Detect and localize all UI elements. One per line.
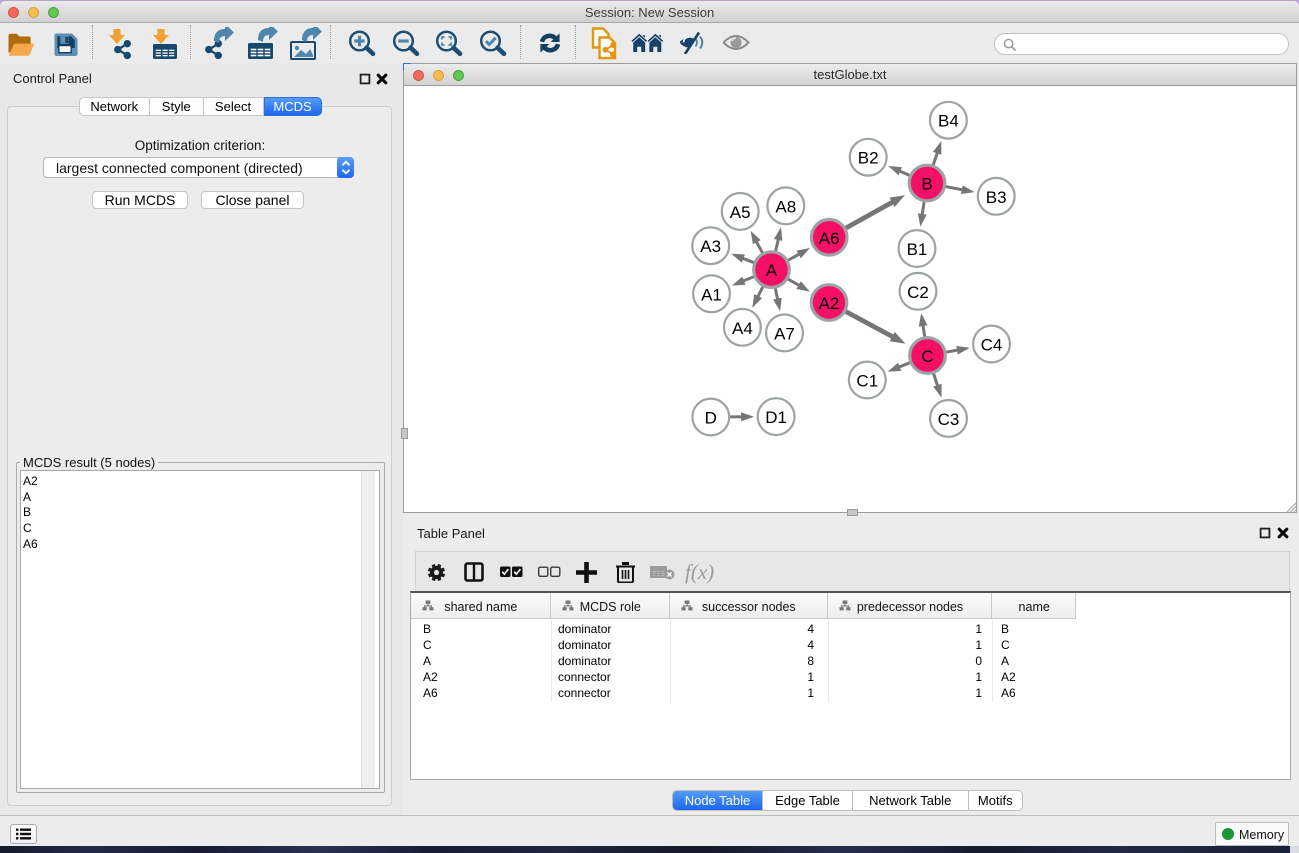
svg-text:A8: A8 — [775, 197, 796, 216]
svg-text:D: D — [705, 409, 717, 428]
svg-text:C3: C3 — [938, 410, 960, 429]
svg-text:B1: B1 — [907, 240, 928, 259]
svg-text:A7: A7 — [774, 324, 795, 343]
svg-text:C1: C1 — [856, 372, 878, 391]
svg-text:D1: D1 — [765, 408, 787, 427]
svg-text:A2: A2 — [819, 294, 840, 313]
svg-text:B: B — [921, 175, 932, 194]
svg-text:B2: B2 — [858, 149, 879, 168]
svg-text:A1: A1 — [701, 285, 722, 304]
svg-text:C2: C2 — [907, 283, 929, 302]
svg-text:C4: C4 — [981, 336, 1003, 355]
svg-text:A5: A5 — [730, 203, 751, 222]
svg-text:B3: B3 — [986, 188, 1007, 207]
svg-text:A6: A6 — [819, 229, 840, 248]
svg-text:A3: A3 — [700, 237, 721, 256]
svg-text:B4: B4 — [938, 112, 959, 131]
svg-text:C: C — [921, 347, 933, 366]
svg-text:A4: A4 — [732, 319, 753, 338]
svg-text:A: A — [766, 261, 778, 280]
